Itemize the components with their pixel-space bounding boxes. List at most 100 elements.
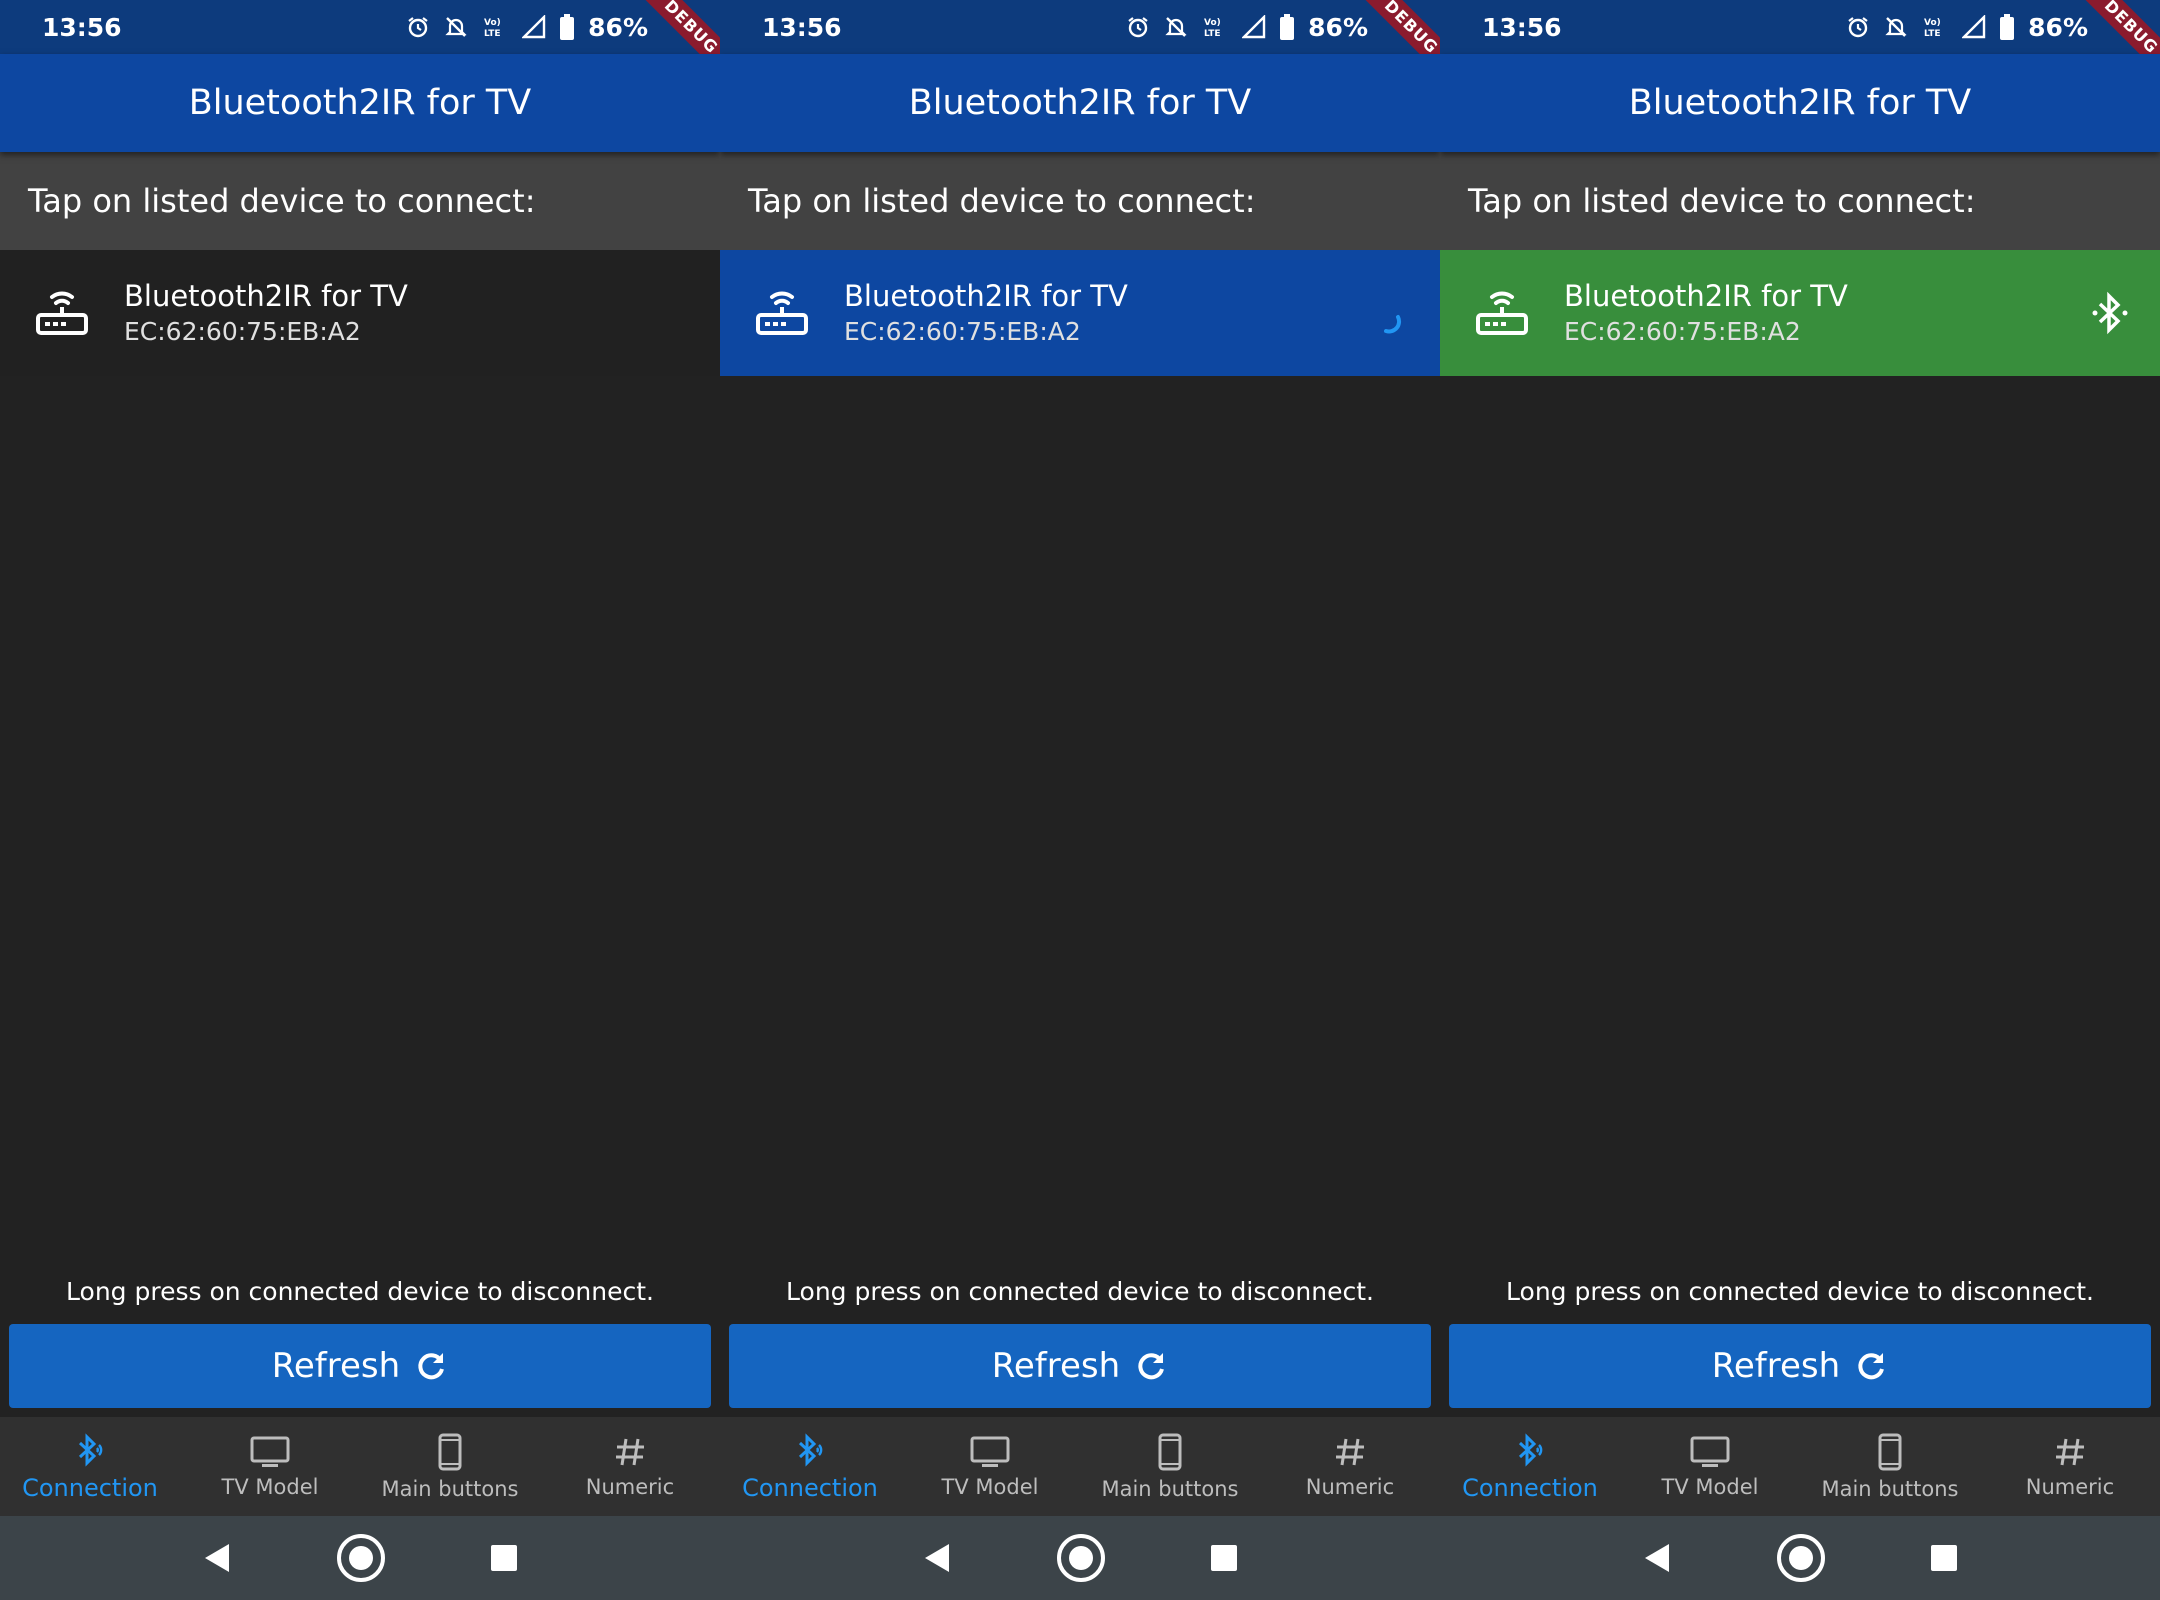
- router-icon: [1476, 291, 1528, 335]
- bluetooth-audio-icon: [798, 1432, 823, 1467]
- bluetooth-audio-icon: [78, 1432, 103, 1467]
- signal-icon: [1962, 15, 1986, 39]
- back-icon[interactable]: [1642, 1542, 1672, 1574]
- bottom-navigation: Connection TV Model Main buttons Numeric: [1440, 1417, 2160, 1516]
- device-address: EC:62:60:75:EB:A2: [844, 317, 1081, 346]
- system-navigation-bar: [1440, 1516, 2160, 1600]
- instruction-header: Tap on listed device to connect:: [0, 152, 720, 250]
- refresh-button[interactable]: Refresh: [9, 1324, 711, 1408]
- system-navigation-bar: [0, 1516, 720, 1600]
- device-name: Bluetooth2IR for TV: [124, 279, 408, 313]
- empty-list-area: [720, 376, 1440, 1277]
- back-icon[interactable]: [202, 1542, 232, 1574]
- status-bar: 13:56 Vo) LTE 86% DEBUG: [0, 0, 720, 90]
- nav-label-tv-model: TV Model: [221, 1474, 319, 1499]
- device-address: EC:62:60:75:EB:A2: [1564, 317, 1801, 346]
- device-name: Bluetooth2IR for TV: [844, 279, 1128, 313]
- home-icon[interactable]: [1056, 1533, 1106, 1583]
- refresh-label: Refresh: [991, 1346, 1121, 1386]
- device-text: Bluetooth2IR for TV EC:62:60:75:EB:A2: [844, 277, 1368, 349]
- battery-icon: [560, 14, 575, 40]
- device-list-item[interactable]: Bluetooth2IR for TV EC:62:60:75:EB:A2: [0, 250, 720, 376]
- nav-tab-tv-model[interactable]: TV Model: [900, 1417, 1080, 1516]
- nav-tab-tv-model[interactable]: TV Model: [180, 1417, 360, 1516]
- nav-label-numeric: Numeric: [585, 1474, 675, 1499]
- nav-label-numeric: Numeric: [1305, 1474, 1395, 1499]
- nav-label-main-buttons: Main buttons: [1821, 1476, 1959, 1501]
- app-bar: Bluetooth2IR for TV: [0, 54, 720, 152]
- battery-percent: 86%: [588, 12, 648, 42]
- status-icons: Vo) LTE 86%: [1126, 13, 1368, 42]
- device-name: Bluetooth2IR for TV: [1564, 279, 1848, 313]
- screens: 13:56 Vo) LTE 86% DEBUG Bluetooth2IR for …: [0, 0, 2160, 1600]
- tv-icon: [970, 1436, 1010, 1467]
- refresh-icon: [418, 1353, 445, 1380]
- bottom-navigation: Connection TV Model Main buttons Numeric: [0, 1417, 720, 1516]
- battery-percent: 86%: [2028, 12, 2088, 42]
- home-icon[interactable]: [336, 1533, 386, 1583]
- bluetooth-icon: [2088, 291, 2132, 335]
- alarm-icon: [1848, 17, 1868, 38]
- volte-icon: Vo)LTE: [484, 18, 501, 39]
- instruction-text: Tap on listed device to connect:: [748, 182, 1256, 220]
- volte-icon: Vo)LTE: [1924, 18, 1941, 39]
- nav-tab-connection[interactable]: Connection: [720, 1417, 900, 1516]
- instruction-text: Tap on listed device to connect:: [1468, 182, 1976, 220]
- refresh-button[interactable]: Refresh: [729, 1324, 1431, 1408]
- router-icon: [36, 291, 88, 335]
- nav-label-tv-model: TV Model: [941, 1474, 1039, 1499]
- hash-icon: [2056, 1438, 2084, 1465]
- refresh-icon: [1138, 1353, 1165, 1380]
- app-bar: Bluetooth2IR for TV: [1440, 54, 2160, 152]
- nav-label-main-buttons: Main buttons: [1101, 1476, 1239, 1501]
- nav-tab-numeric[interactable]: Numeric: [1980, 1417, 2160, 1516]
- nav-tab-main-buttons[interactable]: Main buttons: [1080, 1417, 1260, 1516]
- nav-tab-connection[interactable]: Connection: [0, 1417, 180, 1516]
- svg-text:Vo): Vo): [1924, 18, 1941, 28]
- volte-icon: Vo)LTE: [1204, 18, 1221, 39]
- nav-tab-main-buttons[interactable]: Main buttons: [360, 1417, 540, 1516]
- nav-tab-numeric[interactable]: Numeric: [540, 1417, 720, 1516]
- router-icon: [756, 291, 808, 335]
- device-text: Bluetooth2IR for TV EC:62:60:75:EB:A2: [124, 277, 692, 349]
- battery-icon: [2000, 14, 2015, 40]
- status-bar: 13:56 Vo) LTE 86% DEBUG: [720, 0, 1440, 90]
- back-icon[interactable]: [922, 1542, 952, 1574]
- recents-icon[interactable]: [1930, 1544, 1958, 1572]
- recents-icon[interactable]: [1210, 1544, 1238, 1572]
- svg-text:Vo): Vo): [1204, 18, 1221, 28]
- signal-icon: [522, 15, 546, 39]
- instruction-header: Tap on listed device to connect:: [720, 152, 1440, 250]
- phone-icon: [438, 1433, 462, 1470]
- nav-label-connection: Connection: [1462, 1473, 1598, 1502]
- app-bar: Bluetooth2IR for TV: [720, 54, 1440, 152]
- refresh-button[interactable]: Refresh: [1449, 1324, 2151, 1408]
- device-list-item[interactable]: Bluetooth2IR for TV EC:62:60:75:EB:A2: [720, 250, 1440, 376]
- battery-percent: 86%: [1308, 12, 1368, 42]
- phone-icon: [1158, 1433, 1182, 1470]
- app-title: Bluetooth2IR for TV: [908, 83, 1252, 123]
- refresh-label: Refresh: [271, 1346, 401, 1386]
- nav-tab-connection[interactable]: Connection: [1440, 1417, 1620, 1516]
- nav-tab-numeric[interactable]: Numeric: [1260, 1417, 1440, 1516]
- nav-tab-main-buttons[interactable]: Main buttons: [1800, 1417, 1980, 1516]
- device-list-item[interactable]: Bluetooth2IR for TV EC:62:60:75:EB:A2: [1440, 250, 2160, 376]
- alarm-icon: [1128, 17, 1148, 38]
- nav-label-main-buttons: Main buttons: [381, 1476, 519, 1501]
- phone-screen-2: 13:56 Vo) LTE 86% DEBUG Bluetooth2IR for …: [720, 0, 1440, 1600]
- empty-list-area: [1440, 376, 2160, 1277]
- refresh-label: Refresh: [1711, 1346, 1841, 1386]
- mute-icon: [1165, 17, 1187, 37]
- phone-icon: [1878, 1433, 1902, 1470]
- system-navigation-bar: [720, 1516, 1440, 1600]
- recents-icon[interactable]: [490, 1544, 518, 1572]
- svg-text:LTE: LTE: [1924, 29, 1941, 39]
- nav-tab-tv-model[interactable]: TV Model: [1620, 1417, 1800, 1516]
- svg-text:Vo): Vo): [484, 18, 501, 28]
- disconnect-hint: Long press on connected device to discon…: [786, 1277, 1374, 1306]
- connecting-progress-icon: [1368, 291, 1412, 335]
- mute-icon: [445, 17, 467, 37]
- signal-icon: [1242, 15, 1266, 39]
- disconnect-hint: Long press on connected device to discon…: [66, 1277, 654, 1306]
- home-icon[interactable]: [1776, 1533, 1826, 1583]
